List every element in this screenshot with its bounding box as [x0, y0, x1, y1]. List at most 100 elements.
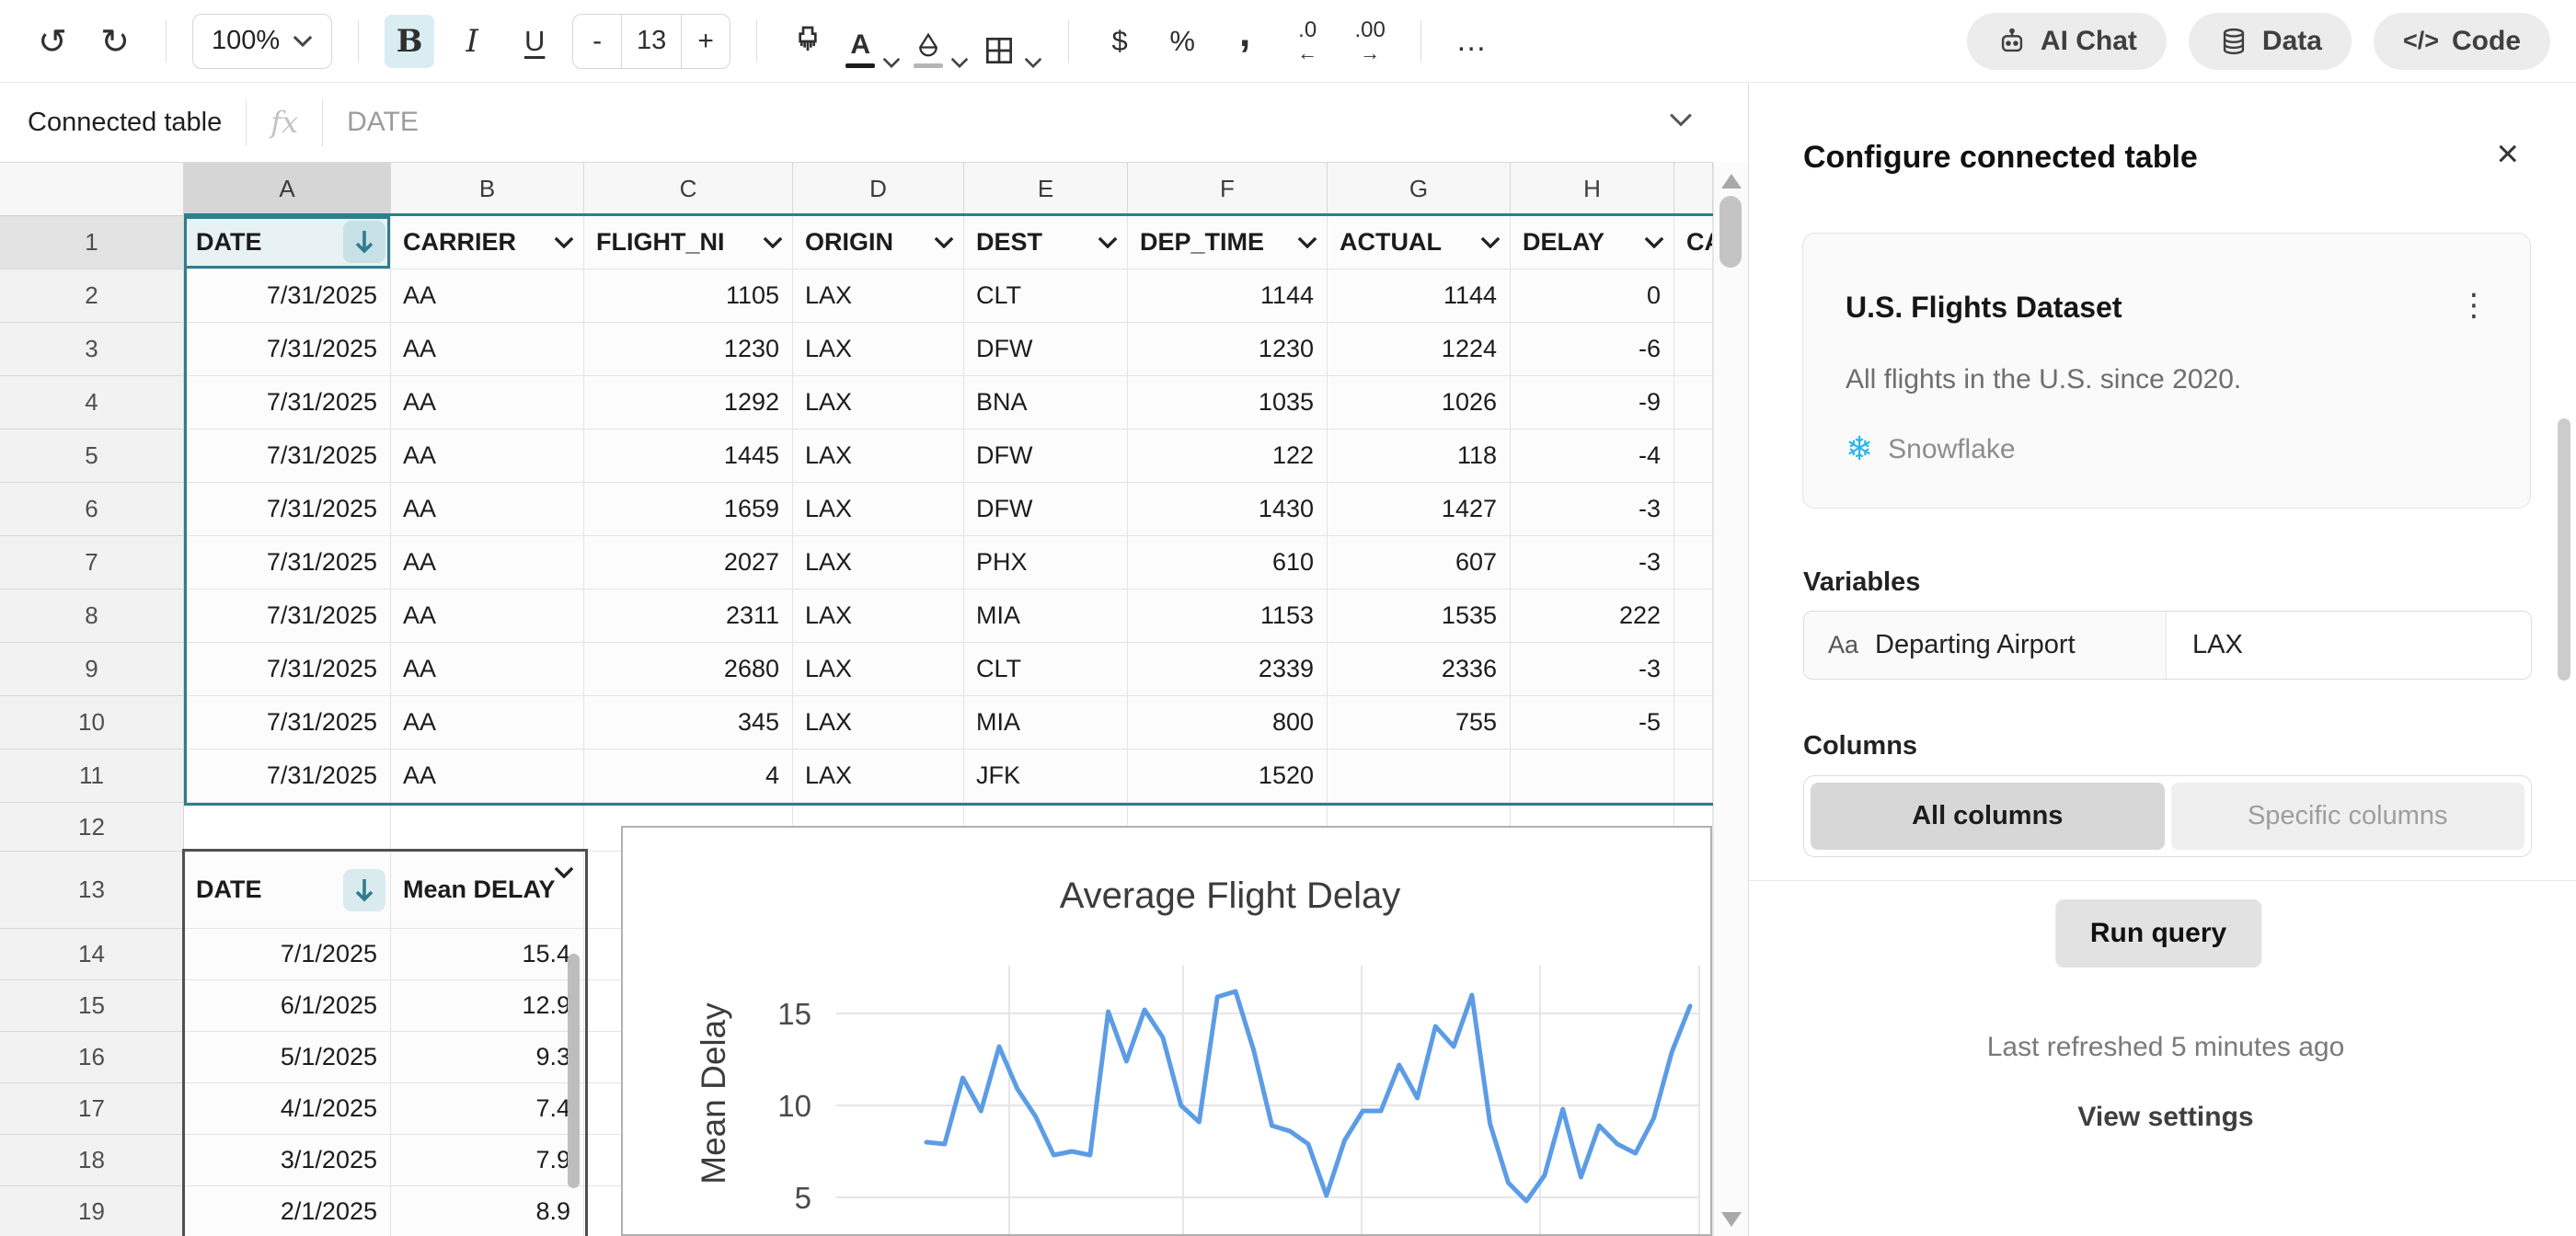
table1-cell[interactable]: MIA: [964, 589, 1128, 643]
row-header-19[interactable]: 19: [0, 1186, 184, 1236]
borders-button[interactable]: [982, 15, 1042, 68]
table1-header-DEP_TIME[interactable]: DEP_TIME: [1128, 216, 1328, 269]
table1-cell[interactable]: 2680: [584, 643, 793, 696]
table1-cell[interactable]: 7/31/2025: [184, 643, 391, 696]
column-header-A[interactable]: A: [184, 163, 391, 216]
sort-descending-icon[interactable]: [343, 221, 385, 263]
table2-cell[interactable]: 6/1/2025: [184, 980, 391, 1032]
table1-cell[interactable]: 7/31/2025: [184, 323, 391, 376]
table1-header-ACTUAL[interactable]: ACTUAL: [1328, 216, 1511, 269]
specific-columns-button[interactable]: Specific columns: [2170, 783, 2524, 850]
table1-cell[interactable]: 345: [584, 696, 793, 750]
table1-cell[interactable]: 607: [1328, 536, 1511, 589]
increase-decimal-button[interactable]: .00 →: [1345, 15, 1395, 68]
grid-vertical-scrollbar[interactable]: [1713, 163, 1748, 1236]
table1-cell[interactable]: DFW: [964, 483, 1128, 536]
table1-cell[interactable]: AA: [391, 376, 584, 429]
table1-cell[interactable]: 7/31/2025: [184, 696, 391, 750]
table1-cell[interactable]: LAX: [793, 483, 964, 536]
table1-cell[interactable]: 7/31/2025: [184, 589, 391, 643]
table1-cell[interactable]: [1674, 643, 1713, 696]
row-header-16[interactable]: 16: [0, 1032, 184, 1083]
table1-cell[interactable]: AA: [391, 269, 584, 323]
table1-cell[interactable]: 1430: [1128, 483, 1328, 536]
column-header-E[interactable]: E: [964, 163, 1128, 216]
table1-cell[interactable]: 1427: [1328, 483, 1511, 536]
grid-cell[interactable]: [184, 803, 391, 852]
table2-header-MeanDELAY[interactable]: Mean DELAY: [391, 852, 584, 929]
table1-cell[interactable]: 1230: [1128, 323, 1328, 376]
table2-cell[interactable]: 7/1/2025: [184, 929, 391, 980]
table1-cell[interactable]: AA: [391, 536, 584, 589]
table1-cell[interactable]: AA: [391, 750, 584, 803]
table2-cell[interactable]: 8.9: [391, 1186, 584, 1236]
row-header-7[interactable]: 7: [0, 536, 184, 589]
table1-cell[interactable]: 118: [1328, 429, 1511, 483]
table1-cell[interactable]: 0: [1511, 269, 1674, 323]
table1-header-ORIGIN[interactable]: ORIGIN: [793, 216, 964, 269]
all-columns-button[interactable]: All columns: [1811, 783, 2165, 850]
table1-cell[interactable]: LAX: [793, 589, 964, 643]
table1-cell[interactable]: 1535: [1328, 589, 1511, 643]
table1-header-FLIGHT_NI[interactable]: FLIGHT_NI: [584, 216, 793, 269]
panel-scrollbar-thumb[interactable]: [2558, 418, 2570, 681]
selection-name[interactable]: Connected table: [28, 108, 222, 138]
row-header-6[interactable]: 6: [0, 483, 184, 536]
row-header-3[interactable]: 3: [0, 323, 184, 376]
table1-cell[interactable]: 1105: [584, 269, 793, 323]
table1-cell[interactable]: AA: [391, 643, 584, 696]
table-scrollbar-thumb[interactable]: [568, 954, 580, 1188]
variable-value-input[interactable]: LAX: [2167, 612, 2531, 679]
table1-cell[interactable]: 4: [584, 750, 793, 803]
row-header-4[interactable]: 4: [0, 376, 184, 429]
column-header-F[interactable]: F: [1128, 163, 1328, 216]
paint-format-button[interactable]: [783, 15, 833, 68]
row-header-12[interactable]: 12: [0, 803, 184, 852]
table1-cell[interactable]: LAX: [793, 323, 964, 376]
table1-cell[interactable]: [1674, 376, 1713, 429]
table2-cell[interactable]: 15.4: [391, 929, 584, 980]
sort-descending-icon[interactable]: [343, 869, 385, 911]
table1-cell[interactable]: 7/31/2025: [184, 483, 391, 536]
table1-cell[interactable]: 2339: [1128, 643, 1328, 696]
table1-cell[interactable]: [1674, 429, 1713, 483]
table1-header-DELAY[interactable]: DELAY: [1511, 216, 1674, 269]
column-header-G[interactable]: G: [1328, 163, 1511, 216]
column-header-B[interactable]: B: [391, 163, 584, 216]
grid-corner-cell[interactable]: [0, 163, 184, 216]
row-header-18[interactable]: 18: [0, 1135, 184, 1186]
table1-cell[interactable]: LAX: [793, 269, 964, 323]
row-header-2[interactable]: 2: [0, 269, 184, 323]
row-header-15[interactable]: 15: [0, 980, 184, 1032]
table1-cell[interactable]: PHX: [964, 536, 1128, 589]
table1-cell[interactable]: -3: [1511, 643, 1674, 696]
table1-cell[interactable]: LAX: [793, 750, 964, 803]
table1-cell[interactable]: [1511, 750, 1674, 803]
text-color-button[interactable]: A: [845, 15, 901, 68]
scroll-up-icon[interactable]: [1721, 174, 1742, 189]
table2-cell[interactable]: 7.9: [391, 1135, 584, 1186]
table1-cell[interactable]: 2027: [584, 536, 793, 589]
grid-scrollbar-thumb[interactable]: [1719, 196, 1742, 268]
table1-cell[interactable]: 1230: [584, 323, 793, 376]
percent-format-button[interactable]: %: [1157, 15, 1207, 68]
bold-button[interactable]: B: [385, 14, 435, 68]
formula-input[interactable]: DATE: [347, 107, 419, 138]
font-size-increase-button[interactable]: +: [682, 15, 730, 68]
column-header-H[interactable]: H: [1511, 163, 1674, 216]
table1-cell[interactable]: 1144: [1328, 269, 1511, 323]
table2-cell[interactable]: 4/1/2025: [184, 1083, 391, 1135]
column-header-C[interactable]: C: [584, 163, 793, 216]
scroll-down-icon[interactable]: [1721, 1212, 1742, 1227]
table2-cell[interactable]: 2/1/2025: [184, 1186, 391, 1236]
ai-chat-button[interactable]: AI Chat: [1966, 12, 2167, 70]
table1-cell[interactable]: [1674, 483, 1713, 536]
currency-format-button[interactable]: $: [1095, 15, 1144, 68]
table1-cell[interactable]: 7/31/2025: [184, 750, 391, 803]
table1-cell[interactable]: AA: [391, 483, 584, 536]
fill-color-button[interactable]: [914, 15, 969, 68]
kebab-menu-icon[interactable]: ⋮: [2458, 287, 2490, 324]
grid-cell[interactable]: [391, 803, 584, 852]
table1-cell[interactable]: DFW: [964, 323, 1128, 376]
zoom-dropdown[interactable]: 100%: [192, 13, 333, 69]
